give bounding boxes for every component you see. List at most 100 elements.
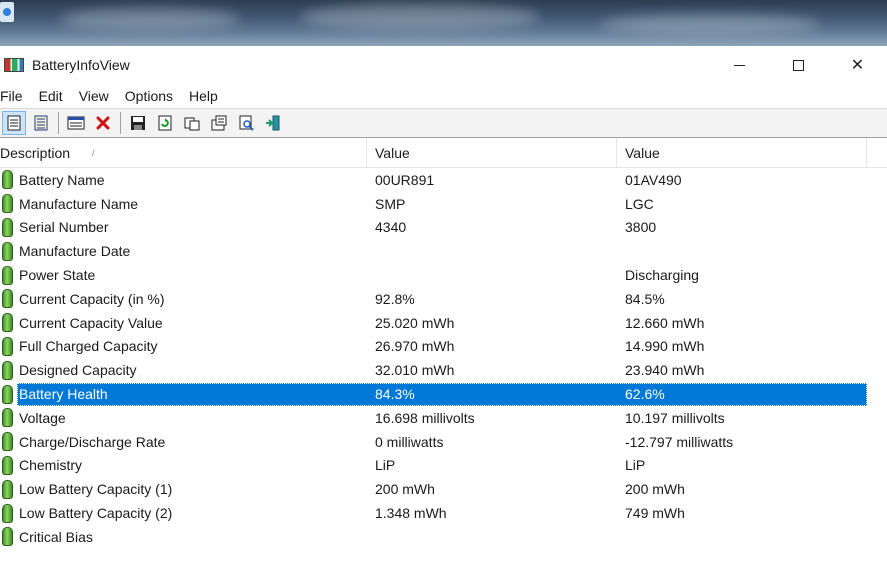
table-row[interactable]: Charge/Discharge Rate 0 milliwatts -12.797… [0, 430, 887, 454]
battery-icon [2, 384, 13, 404]
table-row[interactable]: Battery Health 84.3% 62.6% [0, 382, 887, 406]
row-label: Current Capacity Value [19, 314, 163, 331]
column-header-value-1[interactable]: Value [367, 137, 617, 168]
table-body: Battery Name 00UR891 01AV490 Manufacture Na… [0, 168, 887, 549]
table-row[interactable]: Serial Number 4340 3800 [0, 216, 887, 240]
exit-button[interactable] [261, 111, 285, 135]
table-row[interactable]: Voltage 16.698 millivolts 10.197 millivolt… [0, 406, 887, 430]
battery-icon [2, 241, 13, 261]
row-label: Battery Health [19, 386, 108, 403]
minimize-icon [734, 64, 745, 66]
battery-icon [2, 217, 13, 237]
description-cell: Current Capacity Value [0, 311, 367, 335]
menu-file[interactable]: File [0, 84, 31, 108]
menu-edit[interactable]: Edit [31, 84, 71, 108]
value-cell-2: LGC [625, 195, 654, 212]
delete-button[interactable] [91, 111, 115, 135]
copy-button[interactable] [180, 111, 204, 135]
toolbar-separator [120, 112, 121, 134]
sort-indicator-icon: / [92, 147, 95, 158]
title-bar[interactable]: BatteryInfoView ✕ [0, 46, 887, 84]
value-cell-2: 62.6% [625, 386, 665, 403]
description-cell: Critical Bias [0, 525, 367, 549]
value-cell-2: 200 mWh [625, 481, 685, 498]
battery-icon [2, 170, 13, 190]
value-cell-2: -12.797 milliwatts [625, 433, 734, 450]
options-button[interactable] [64, 111, 88, 135]
window-controls: ✕ [710, 46, 887, 84]
value-cell-1: 92.8% [375, 290, 415, 307]
row-label: Manufacture Date [19, 243, 131, 260]
table-row[interactable]: Chemistry LiP LiP [0, 454, 887, 478]
row-label: Low Battery Capacity (2) [19, 505, 173, 522]
description-cell: Full Charged Capacity [0, 335, 367, 359]
menu-options[interactable]: Options [117, 84, 181, 108]
menu-help[interactable]: Help [181, 84, 226, 108]
row-label: Low Battery Capacity (1) [19, 481, 173, 498]
column-header-label: Description [0, 144, 71, 161]
menu-view[interactable]: View [71, 84, 117, 108]
row-label: Battery Name [19, 171, 105, 188]
html-report-button[interactable] [2, 111, 26, 135]
menu-bar: File Edit View Options Help [0, 84, 887, 108]
minimize-button[interactable] [710, 46, 769, 84]
value-cell-1: 26.970 mWh [375, 338, 455, 355]
battery-icon [2, 527, 13, 547]
battery-icon [2, 289, 13, 309]
window-title: BatteryInfoView [32, 57, 130, 73]
row-label: Serial Number [19, 219, 109, 236]
refresh-button[interactable] [153, 111, 177, 135]
table-row[interactable]: Current Capacity Value 25.020 mWh 12.660 m… [0, 311, 887, 335]
properties-sheet-button[interactable] [207, 111, 231, 135]
save-button[interactable] [126, 111, 150, 135]
battery-icon [2, 455, 13, 475]
description-cell: Low Battery Capacity (1) [0, 477, 367, 501]
description-cell: Voltage [0, 406, 367, 430]
battery-icon [2, 313, 13, 333]
description-cell: Battery Name [0, 168, 367, 192]
description-cell: Designed Capacity [0, 358, 367, 382]
maximize-icon [793, 59, 804, 71]
row-label: Charge/Discharge Rate [19, 433, 166, 450]
row-label: Designed Capacity [19, 362, 137, 379]
table-row[interactable]: Full Charged Capacity 26.970 mWh 14.990 mW… [0, 335, 887, 359]
properties-icon [34, 115, 48, 131]
table-row[interactable]: Low Battery Capacity (2) 1.348 mWh 749 mWh [0, 501, 887, 525]
properties-button[interactable] [29, 111, 53, 135]
description-cell: Serial Number [0, 216, 367, 240]
value-cell-2: 84.5% [625, 290, 665, 307]
value-cell-2: 12.660 mWh [625, 314, 705, 331]
table-row[interactable]: Manufacture Date [0, 239, 887, 263]
desktop-app-icon[interactable] [0, 2, 14, 22]
exit-icon [266, 115, 280, 131]
find-icon [239, 115, 254, 131]
find-button[interactable] [234, 111, 258, 135]
battery-icon [2, 503, 13, 523]
table-row[interactable]: Designed Capacity 32.010 mWh 23.940 mWh [0, 358, 887, 382]
description-cell: Manufacture Name [0, 192, 367, 216]
battery-icon [2, 432, 13, 452]
battery-icon [2, 265, 13, 285]
value-cell-2: 10.197 millivolts [625, 409, 725, 426]
table-row[interactable]: Critical Bias [0, 525, 887, 549]
table-header: Description / Value Value [0, 137, 887, 168]
value-cell-2: Discharging [625, 267, 699, 284]
table-row[interactable]: Power State Discharging [0, 263, 887, 287]
table-row[interactable]: Low Battery Capacity (1) 200 mWh 200 mWh [0, 477, 887, 501]
html-report-icon [7, 115, 21, 131]
battery-app-icon [4, 58, 24, 72]
battery-icon [2, 479, 13, 499]
column-header-description[interactable]: Description / [0, 137, 367, 168]
row-label: Current Capacity (in %) [19, 290, 165, 307]
table-row[interactable]: Current Capacity (in %) 92.8% 84.5% [0, 287, 887, 311]
table-row[interactable]: Manufacture Name SMP LGC [0, 192, 887, 216]
maximize-button[interactable] [769, 46, 828, 84]
row-label: Power State [19, 267, 96, 284]
description-cell: Low Battery Capacity (2) [0, 501, 367, 525]
value-cell-1: 32.010 mWh [375, 362, 455, 379]
value-cell-1: 4340 [375, 219, 407, 236]
table-row[interactable]: Battery Name 00UR891 01AV490 [0, 168, 887, 192]
column-header-value-2[interactable]: Value [617, 137, 867, 168]
close-button[interactable]: ✕ [828, 46, 887, 84]
description-cell: Charge/Discharge Rate [0, 430, 367, 454]
